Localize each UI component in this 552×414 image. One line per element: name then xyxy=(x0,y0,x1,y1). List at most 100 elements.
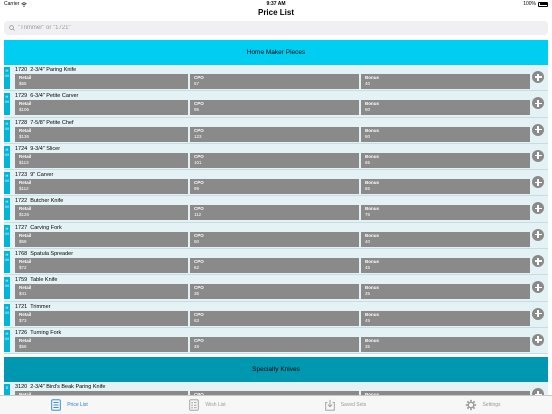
category-strip: HM xyxy=(4,251,10,274)
item-title: 1726 Turning Fork xyxy=(15,330,61,336)
cpo-field: CPO 50 xyxy=(190,231,359,247)
list-item[interactable]: H M 1728 7-5/8" Petite Chef Retail $136 CPO 123… xyxy=(4,117,548,144)
item-name: 6-3/4" Petite Carver xyxy=(30,93,79,100)
list-item[interactable]: H M 1723 9" Carver Retail $112 CPO 99 Bonus 65 xyxy=(4,170,548,197)
item-name: 7-5/8" Petite Chef xyxy=(30,119,74,126)
retail-field: Retail $113 xyxy=(15,152,188,168)
bonus-value: 75 xyxy=(365,212,371,218)
category-strip: HM xyxy=(4,277,10,300)
item-name: 2-3/4" Bird's Beak Paring Knife xyxy=(30,384,106,391)
battery-icon xyxy=(538,1,548,7)
add-button[interactable] xyxy=(532,202,544,215)
list-item[interactable]: H M 1759 Table Knife Retail $41 CPO 35 Bonus 25 xyxy=(4,275,548,302)
list-item[interactable]: H M 1729 6-3/4" Petite Carver Retail $106 CPO 9… xyxy=(4,91,548,118)
category-strip: HM xyxy=(4,198,10,221)
item-title: 1768 Spatula Spreader xyxy=(15,251,73,257)
tab-bar: Price List Wish List Saved Sets Settings xyxy=(0,395,552,414)
retail-field: Retail $126 xyxy=(15,205,188,221)
battery: 100% xyxy=(523,1,548,7)
cpo-value: 101 xyxy=(194,159,202,165)
cpo-value: 62 xyxy=(194,265,200,271)
bonus-value: 40 xyxy=(365,81,371,86)
category-strip: HM xyxy=(4,145,10,168)
item-number: 1726 xyxy=(15,329,28,336)
saved-sets-icon xyxy=(324,399,335,411)
item-name: 9-3/4" Slicer xyxy=(30,145,61,152)
add-button[interactable] xyxy=(532,176,544,189)
category-strip: HM xyxy=(4,172,10,195)
add-button[interactable] xyxy=(532,281,544,294)
cpo-value: 50 xyxy=(194,238,200,244)
tab-price-list[interactable]: Price List xyxy=(0,396,138,414)
list-item[interactable]: H M 1721 Trimmer Retail $73 CPO 63 Bonus 45 xyxy=(4,301,548,328)
bonus-value: 45 xyxy=(365,265,371,271)
retail-value: $65 xyxy=(19,81,27,86)
category-strip: S xyxy=(4,384,10,395)
strip-letter: M xyxy=(5,125,9,131)
search-input[interactable] xyxy=(18,25,518,31)
list-item[interactable]: H M 1724 9-3/4" Slicer Retail $113 CPO 101 Bonus… xyxy=(4,143,548,171)
page-title: Price List xyxy=(257,8,294,17)
item-number: 1722 xyxy=(15,198,28,205)
add-button[interactable] xyxy=(532,71,544,83)
add-button[interactable] xyxy=(532,333,544,346)
item-number: 1724 xyxy=(15,145,28,152)
tab-wish-list[interactable]: Wish List xyxy=(138,396,276,414)
gear-icon xyxy=(466,399,477,411)
list-item[interactable]: H M 1720 2-3/4" Paring Knife Retail $65 CPO 57 B… xyxy=(4,65,548,92)
list-item[interactable]: H M 1726 Turning Fork Retail $56 CPO 48 Bonus 35 xyxy=(4,327,548,355)
retail-value: $126 xyxy=(19,212,30,218)
item-title: 1724 9-3/4" Slicer xyxy=(15,146,60,152)
retail-field: Retail $56 xyxy=(15,336,188,352)
list-item[interactable]: H M 1768 Spatula Spreader Retail $72 CPO 62 Bonu… xyxy=(4,249,548,276)
strip-letter: S xyxy=(5,385,9,391)
add-button[interactable] xyxy=(532,307,544,320)
item-name: Table Knife xyxy=(30,277,58,284)
bonus-value: 65 xyxy=(365,159,371,165)
tab-settings[interactable]: Settings xyxy=(414,396,552,414)
category-strip: HM xyxy=(4,93,10,116)
bonus-field: Bonus 80 xyxy=(361,126,530,142)
price-list[interactable]: Home Maker Pieces H M 1720 2-3/4" Paring Kni… xyxy=(4,40,548,395)
add-button[interactable] xyxy=(532,228,544,241)
strip-letter: M xyxy=(5,230,9,236)
tab-saved-sets[interactable]: Saved Sets xyxy=(276,396,414,414)
bonus-field: Bonus 40 xyxy=(361,231,530,247)
cpo-field: CPO 112 xyxy=(190,205,359,221)
retail-value: $72 xyxy=(19,265,27,271)
price-list-icon xyxy=(51,399,61,411)
bonus-value: 60 xyxy=(365,107,371,113)
item-name: Butcher Knife xyxy=(30,198,64,205)
add-button[interactable] xyxy=(532,97,544,110)
bonus-field: Bonus 25 xyxy=(361,284,530,300)
add-button[interactable] xyxy=(532,149,544,162)
list-item[interactable]: H M 1722 Butcher Knife Retail $126 CPO 112 Bonus… xyxy=(4,196,548,223)
bonus-value: 80 xyxy=(365,133,371,139)
bonus-field: Bonus 65 xyxy=(361,152,530,168)
retail-field: Retail $73 xyxy=(15,310,188,326)
bonus-field: Bonus 45 xyxy=(361,310,530,326)
cpo-value: 35 xyxy=(194,291,200,297)
add-button[interactable] xyxy=(532,388,544,395)
strip-letter: M xyxy=(5,309,9,315)
battery-percent: 100% xyxy=(523,1,536,7)
add-button[interactable] xyxy=(532,123,544,136)
search-bar[interactable] xyxy=(4,21,548,35)
item-number: 1728 xyxy=(15,119,28,126)
item-number: 1727 xyxy=(15,224,28,231)
cpo-field: CPO 35 xyxy=(190,284,359,300)
item-name: Turning Fork xyxy=(30,329,62,336)
strip-letter: M xyxy=(5,178,9,184)
add-button[interactable] xyxy=(532,255,544,268)
item-title: 1720 2-3/4" Paring Knife xyxy=(15,67,76,73)
item-number: 3120 xyxy=(15,384,28,391)
cpo-field: CPO 99 xyxy=(190,179,359,195)
retail-field: Retail $65 xyxy=(15,74,188,89)
tab-label: Wish List xyxy=(205,402,226,408)
list-item[interactable]: S 3120 2-3/4" Bird's Beak Paring Knife Reta… xyxy=(4,382,548,395)
retail-value: $58 xyxy=(19,238,27,244)
list-item[interactable]: H M 1727 Carving Fork Retail $58 CPO 50 Bonus 40 xyxy=(4,222,548,250)
item-title: 1722 Butcher Knife xyxy=(15,198,63,204)
category-strip: HM xyxy=(4,303,10,326)
retail-value: $136 xyxy=(19,133,30,139)
